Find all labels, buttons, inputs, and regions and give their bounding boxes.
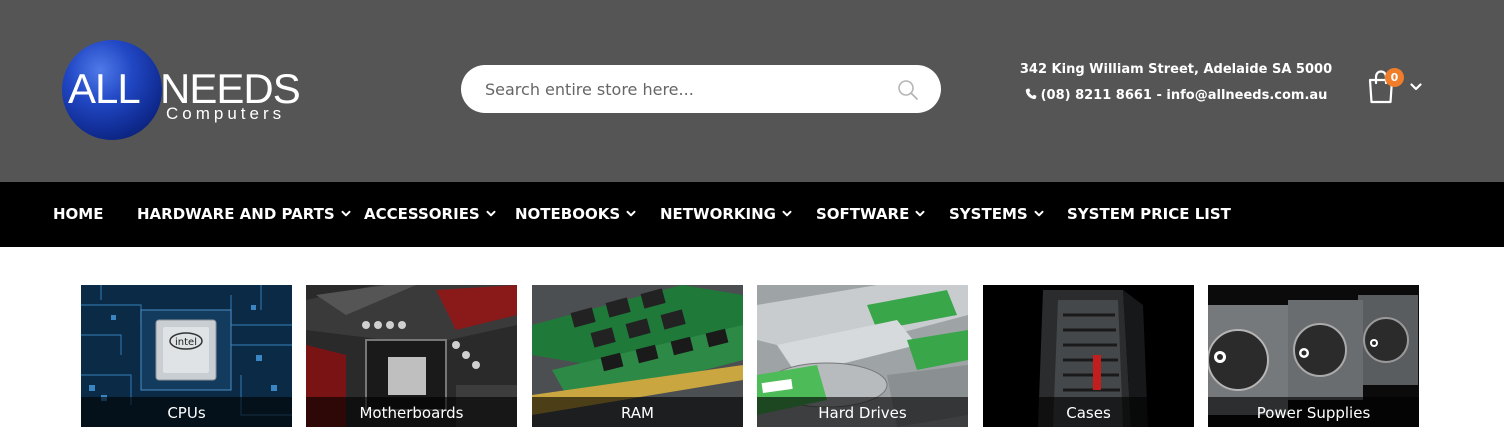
store-address: 342 King William Street, Adelaide SA 500…	[1019, 62, 1333, 77]
site-header: ALL NEEDS Computers 342 King William Str…	[0, 0, 1504, 182]
mini-cart[interactable]: 0	[1366, 68, 1426, 106]
logo-word-all: ALL	[68, 65, 141, 112]
nav-item-hardware-and-parts[interactable]: HARDWARE AND PARTS	[137, 182, 351, 247]
nav-item-label: SOFTWARE	[816, 205, 910, 223]
chevron-down-icon	[486, 210, 496, 217]
nav-item-notebooks[interactable]: NOTEBOOKS	[515, 182, 636, 247]
category-tile-cases[interactable]: Cases	[983, 285, 1194, 427]
category-tile-cpus[interactable]: intel CPUs	[81, 285, 292, 427]
category-label: Power Supplies	[1208, 397, 1419, 427]
search-input[interactable]	[485, 65, 885, 113]
search-icon[interactable]	[897, 79, 919, 101]
nav-item-label: HOME	[53, 205, 104, 223]
store-phone-email: (08) 8211 8661 - info@allneeds.com.au	[1000, 88, 1352, 103]
chevron-down-icon	[626, 210, 636, 217]
category-tile-motherboards[interactable]: Motherboards	[306, 285, 517, 427]
nav-item-label: SYSTEM PRICE LIST	[1067, 205, 1231, 223]
nav-item-software[interactable]: SOFTWARE	[816, 182, 925, 247]
phone-icon	[1025, 88, 1036, 100]
category-label: Hard Drives	[757, 397, 968, 427]
nav-item-home[interactable]: HOME	[53, 182, 103, 247]
nav-item-label: NOTEBOOKS	[515, 205, 621, 223]
category-tile-power-supplies[interactable]: Power Supplies	[1208, 285, 1419, 427]
category-label: RAM	[532, 397, 743, 427]
main-navigation: HOME HARDWARE AND PARTS ACCESSORIES NOTE…	[0, 182, 1504, 247]
chevron-down-icon	[915, 210, 925, 217]
chevron-down-icon	[1034, 210, 1044, 217]
category-label: CPUs	[81, 397, 292, 427]
nav-item-label: HARDWARE AND PARTS	[137, 205, 335, 223]
nav-item-system-price-list[interactable]: SYSTEM PRICE LIST	[1067, 182, 1231, 247]
chevron-down-icon	[341, 210, 351, 217]
nav-item-networking[interactable]: NETWORKING	[660, 182, 792, 247]
nav-item-accessories[interactable]: ACCESSORIES	[364, 182, 496, 247]
nav-item-systems[interactable]: SYSTEMS	[949, 182, 1044, 247]
svg-text:intel: intel	[175, 337, 197, 348]
phone-email-text: (08) 8211 8661 - info@allneeds.com.au	[1040, 88, 1328, 103]
logo-subtitle: Computers	[166, 104, 286, 123]
category-tile-hard-drives[interactable]: Hard Drives	[757, 285, 968, 427]
nav-item-label: NETWORKING	[660, 205, 776, 223]
nav-item-label: ACCESSORIES	[364, 205, 480, 223]
category-label: Cases	[983, 397, 1194, 427]
chevron-down-icon[interactable]	[1410, 82, 1422, 92]
nav-item-label: SYSTEMS	[949, 205, 1028, 223]
cart-count-badge: 0	[1385, 68, 1404, 87]
category-label: Motherboards	[306, 397, 517, 427]
site-logo[interactable]: ALL NEEDS Computers	[62, 40, 322, 142]
search-box	[461, 65, 941, 113]
category-tile-ram[interactable]: RAM	[532, 285, 743, 427]
chevron-down-icon	[782, 210, 792, 217]
